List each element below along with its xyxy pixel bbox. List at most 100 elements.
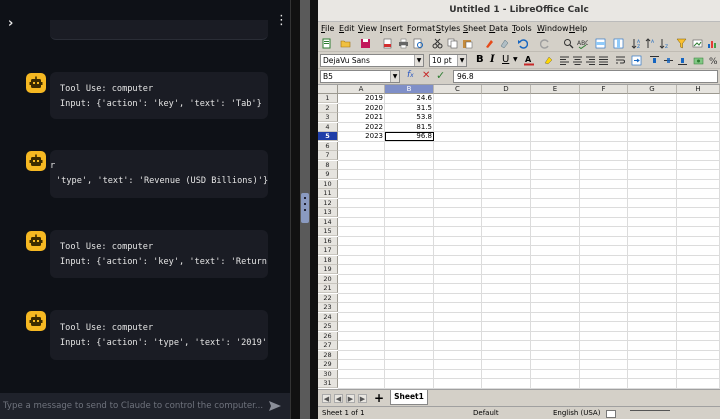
row-header-27[interactable]: 27 (318, 341, 338, 350)
export-pdf-icon[interactable] (382, 38, 393, 49)
formula-input[interactable]: 96.8 (453, 70, 718, 83)
cell-a4[interactable]: 2022 (338, 123, 385, 132)
align-left-icon[interactable] (559, 55, 570, 66)
cut-icon[interactable] (432, 38, 443, 49)
align-right-icon[interactable] (585, 55, 596, 66)
align-top-icon[interactable] (649, 55, 660, 66)
cell-a3[interactable]: 2021 (338, 113, 385, 122)
chevron-down-icon[interactable]: ▼ (390, 71, 399, 82)
column-header-g[interactable]: G (628, 85, 677, 94)
menu-view[interactable]: View (358, 24, 377, 33)
row-header-31[interactable]: 31 (318, 379, 338, 388)
row-header-20[interactable]: 20 (318, 274, 338, 284)
chevron-down-icon[interactable]: ▼ (457, 55, 466, 66)
justify-icon[interactable] (598, 55, 609, 66)
column-header-a[interactable]: A (338, 85, 385, 94)
row-header-21[interactable]: 21 (318, 284, 338, 293)
align-center-icon[interactable] (572, 55, 583, 66)
row-header-11[interactable]: 11 (318, 189, 338, 198)
row-header-10[interactable]: 10 (318, 179, 338, 189)
cell-a2[interactable]: 2020 (338, 104, 385, 113)
menu-format[interactable]: Format (407, 24, 435, 33)
row-header-6[interactable]: 6 (318, 141, 338, 151)
spreadsheet-grid[interactable]: A B C D E F G H 1 2 3 4 5 6 7 8 9 10 11 12 13 14 15 16 17 18 19 20 2… (318, 85, 720, 389)
menu-window[interactable]: Window (537, 24, 569, 33)
highlight-color-icon[interactable] (543, 55, 554, 66)
menu-insert[interactable]: Insert (380, 24, 403, 33)
chevron-down-icon[interactable]: ▼ (513, 56, 518, 63)
row-header-23[interactable]: 23 (318, 303, 338, 312)
row-header-15[interactable]: 15 (318, 227, 338, 236)
row-header-4[interactable]: 4 (318, 122, 338, 132)
find-replace-icon[interactable] (563, 38, 574, 49)
row-header-7[interactable]: 7 (318, 151, 338, 160)
column-header-c[interactable]: C (434, 85, 482, 94)
column-header-d[interactable]: D (482, 85, 531, 94)
spelling-icon[interactable]: ABC (577, 38, 588, 49)
column-header-f[interactable]: F (580, 85, 628, 94)
insert-chart-icon[interactable] (707, 38, 718, 49)
percent-format-icon[interactable]: % (708, 55, 719, 66)
row-header-1[interactable]: 1 (318, 94, 338, 103)
cell-b2[interactable]: 31.5 (385, 104, 434, 113)
chat-input-bar[interactable]: Type a message to send to Claude to cont… (0, 393, 290, 419)
function-wizard-icon[interactable]: fx (407, 70, 414, 80)
font-name-value[interactable]: DejaVu Sans (323, 56, 370, 65)
accept-icon[interactable]: ✓ (436, 69, 445, 82)
sort-descending-icon[interactable]: Z (659, 38, 670, 49)
last-sheet-icon[interactable]: ▶ (358, 394, 367, 403)
column-header-h[interactable]: H (677, 85, 720, 94)
menu-sheet[interactable]: Sheet (463, 24, 486, 33)
sort-icon[interactable]: AZ (631, 38, 642, 49)
menu-file[interactable]: File (321, 24, 334, 33)
chevron-down-icon[interactable]: ▼ (414, 55, 423, 66)
cell-b1[interactable]: 24.6 (385, 94, 434, 103)
font-size-box[interactable]: 10 pt ▼ (429, 54, 467, 67)
next-sheet-icon[interactable]: ▶ (346, 394, 355, 403)
clone-formatting-icon[interactable] (484, 38, 495, 49)
status-page-style[interactable]: Default (473, 409, 499, 417)
chat-input-placeholder[interactable]: Type a message to send to Claude to cont… (3, 401, 263, 411)
row-header-9[interactable]: 9 (318, 170, 338, 179)
sheet-tab-sheet1[interactable]: Sheet1 (390, 390, 428, 405)
merge-cells-icon[interactable] (631, 55, 642, 66)
select-all-corner[interactable] (318, 85, 338, 94)
row-header-18[interactable]: 18 (318, 255, 338, 265)
save-icon[interactable] (360, 38, 371, 49)
underline-icon[interactable]: U (502, 54, 509, 65)
cell-b5[interactable]: 96.8 (385, 132, 434, 141)
row-header-5[interactable]: 5 (318, 132, 338, 141)
menu-tools[interactable]: Tools (512, 24, 532, 33)
menu-data[interactable]: Data (489, 24, 508, 33)
paste-icon[interactable] (462, 38, 473, 49)
panel-splitter[interactable] (290, 0, 318, 419)
column-header-e[interactable]: E (531, 85, 580, 94)
row-header-14[interactable]: 14 (318, 217, 338, 227)
cell-a1[interactable]: 2019 (338, 94, 385, 103)
row-header-17[interactable]: 17 (318, 246, 338, 255)
font-size-value[interactable]: 10 pt (432, 56, 452, 65)
row-header-13[interactable]: 13 (318, 208, 338, 217)
redo-icon[interactable] (540, 38, 551, 49)
row-header-28[interactable]: 28 (318, 350, 338, 360)
menu-styles[interactable]: Styles (436, 24, 460, 33)
undo-icon[interactable] (517, 38, 528, 49)
print-preview-icon[interactable] (413, 38, 424, 49)
align-middle-icon[interactable] (663, 55, 674, 66)
row-icon[interactable] (595, 38, 606, 49)
cell-a5[interactable]: 2023 (338, 132, 385, 141)
menu-edit[interactable]: Edit (339, 24, 355, 33)
row-header-25[interactable]: 25 (318, 322, 338, 331)
cell-b4[interactable]: 81.5 (385, 123, 434, 132)
row-header-24[interactable]: 24 (318, 312, 338, 322)
name-box[interactable]: B5 ▼ (320, 70, 400, 83)
align-bottom-icon[interactable] (677, 55, 688, 66)
print-icon[interactable] (398, 38, 409, 49)
zoom-slider[interactable] (630, 410, 670, 411)
row-header-12[interactable]: 12 (318, 198, 338, 208)
row-header-30[interactable]: 30 (318, 369, 338, 379)
row-header-2[interactable]: 2 (318, 103, 338, 113)
font-color-icon[interactable]: A (524, 55, 535, 66)
currency-format-icon[interactable] (693, 55, 704, 66)
italic-icon[interactable]: I (490, 54, 495, 65)
